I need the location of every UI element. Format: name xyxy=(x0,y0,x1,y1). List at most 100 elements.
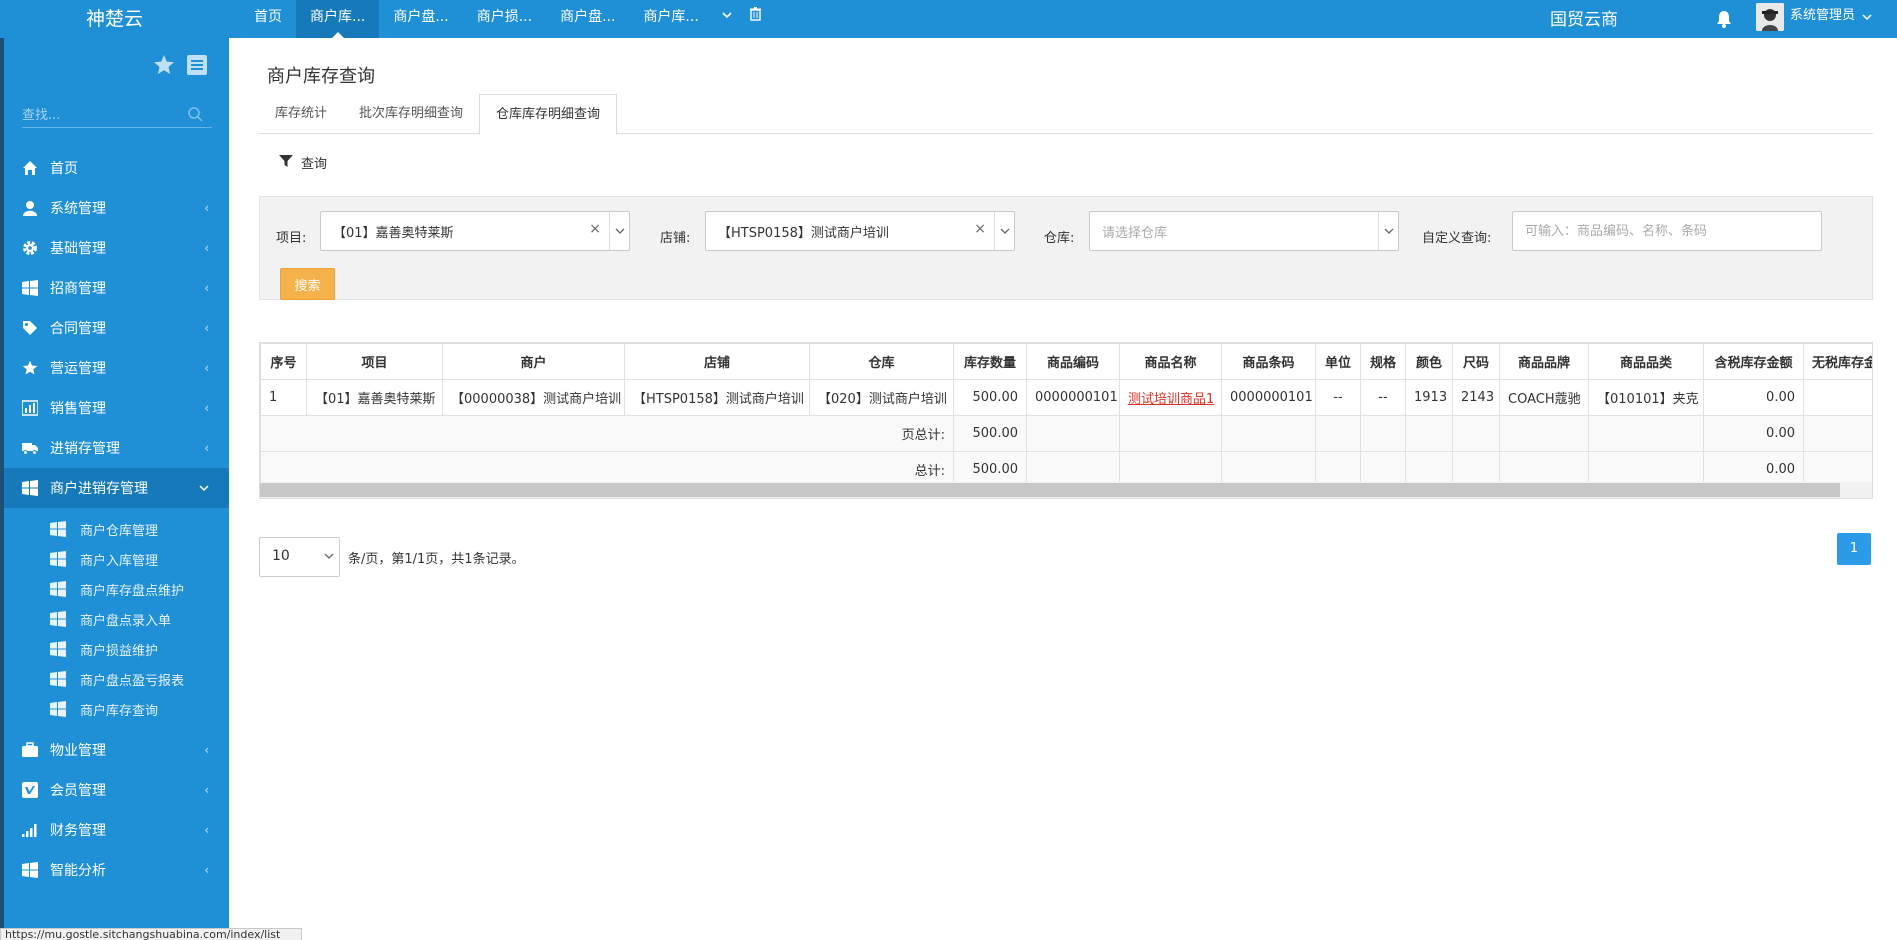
cell-product-code: 0000000101 xyxy=(1026,379,1120,416)
sidebar-item-inventory[interactable]: 进销存管理 ‹ xyxy=(0,428,229,468)
store-label: 店铺: xyxy=(660,231,691,246)
col-header[interactable]: 单位 xyxy=(1315,343,1361,380)
chevron-down-icon[interactable] xyxy=(713,0,741,38)
table-header-row: 序号 项目 商户 店铺 仓库 库存数量 商品编码 商品名称 商品条码 单位 规格… xyxy=(260,343,1872,380)
chevron-down-icon[interactable] xyxy=(1378,212,1398,250)
main-content: 商户库存查询 库存统计 批次库存明细查询 仓库库存明细查询 查询 项目: 【01… xyxy=(229,38,1897,938)
sidebar-search xyxy=(22,104,212,128)
empty-cell xyxy=(1588,415,1704,452)
clear-icon[interactable]: × xyxy=(974,221,986,237)
sidebar-subitem-label: 商户入库管理 xyxy=(80,553,159,569)
sidebar-item-sales[interactable]: 销售管理 ‹ xyxy=(0,388,229,428)
user-name[interactable]: 系统管理员 xyxy=(1790,0,1855,32)
top-tab-merchant-stock[interactable]: 商户库... xyxy=(296,0,380,38)
sidebar-item-analytics[interactable]: 智能分析 ‹ xyxy=(0,850,229,890)
sidebar-subitem-merchant-warehouse[interactable]: 商户仓库管理 xyxy=(0,514,229,544)
col-header[interactable]: 商品条码 xyxy=(1221,343,1316,380)
horizontal-scrollbar[interactable] xyxy=(260,482,1872,498)
warehouse-select[interactable]: 请选择仓库 xyxy=(1089,211,1399,251)
chevron-down-icon[interactable] xyxy=(609,212,629,250)
sidebar-subitem-stock-query[interactable]: 商户库存查询 xyxy=(0,694,229,724)
col-header[interactable]: 尺码 xyxy=(1452,343,1500,380)
top-right-title: 国贸云商 xyxy=(1550,10,1618,30)
col-header[interactable]: 颜色 xyxy=(1405,343,1453,380)
sidebar-item-merchant-inventory[interactable]: 商户进销存管理 xyxy=(0,468,229,508)
star-icon xyxy=(22,360,38,376)
sidebar-subitem-stocktake-report[interactable]: 商户盘点盈亏报表 xyxy=(0,664,229,694)
star-icon[interactable] xyxy=(153,54,175,80)
product-name-link[interactable]: 测试培训商品1 xyxy=(1128,392,1214,407)
sidebar-item-finance[interactable]: 财务管理 ‹ xyxy=(0,810,229,850)
top-tab-merchant-stock-2[interactable]: 商户库... xyxy=(629,0,712,38)
tab-stock-stats[interactable]: 库存统计 xyxy=(259,94,343,134)
tab-warehouse-stock-detail[interactable]: 仓库库存明细查询 xyxy=(479,94,618,135)
search-button[interactable]: 搜索 xyxy=(280,268,335,300)
empty-cell xyxy=(1221,415,1316,452)
col-header[interactable]: 无税库存金 xyxy=(1803,343,1872,380)
col-header[interactable]: 仓库 xyxy=(809,343,954,380)
sidebar-subitem-merchant-inbound[interactable]: 商户入库管理 xyxy=(0,544,229,574)
chevron-down-icon[interactable] xyxy=(1862,10,1872,24)
cell-barcode: 0000000101 xyxy=(1221,379,1316,416)
sidebar-item-operation[interactable]: 营运管理 ‹ xyxy=(0,348,229,388)
project-select[interactable]: 【01】嘉善奥特莱斯 × xyxy=(320,211,630,251)
sidebar-item-basic[interactable]: 基础管理 ‹ xyxy=(0,228,229,268)
brand-logo[interactable]: 神楚云 xyxy=(0,0,229,38)
col-header[interactable]: 库存数量 xyxy=(953,343,1027,380)
col-header[interactable]: 商品编码 xyxy=(1026,343,1120,380)
page-button-current[interactable]: 1 xyxy=(1837,533,1871,565)
col-header[interactable]: 商品名称 xyxy=(1119,343,1222,380)
sidebar-item-home[interactable]: 首页 xyxy=(0,148,229,188)
sidebar-subitem-label: 商户库存查询 xyxy=(80,703,159,719)
sidebar-item-contract[interactable]: 合同管理 ‹ xyxy=(0,308,229,348)
stock-table: 序号 项目 商户 店铺 仓库 库存数量 商品编码 商品名称 商品条码 单位 规格… xyxy=(260,343,1872,488)
cell-brand: COACH蔻驰 xyxy=(1499,379,1589,416)
sidebar-item-member[interactable]: 会员管理 ‹ xyxy=(0,770,229,810)
avatar[interactable] xyxy=(1756,3,1784,31)
chevron-down-icon[interactable] xyxy=(994,212,1014,250)
warehouse-label: 仓库: xyxy=(1044,231,1075,246)
cell-unit: -- xyxy=(1315,379,1361,416)
sidebar-item-investment[interactable]: 招商管理 ‹ xyxy=(0,268,229,308)
list-icon[interactable] xyxy=(187,54,207,80)
col-header[interactable]: 项目 xyxy=(306,343,443,380)
store-select[interactable]: 【HTSP0158】测试商户培训 × xyxy=(705,211,1015,251)
sidebar-subitem-loss-maintain[interactable]: 商户损益维护 xyxy=(0,634,229,664)
search-icon[interactable] xyxy=(187,106,203,126)
sidebar-item-system[interactable]: 系统管理 ‹ xyxy=(0,188,229,228)
top-nav: 首页 商户库... 商户盘... 商户损... 商户盘... 商户库... xyxy=(240,0,770,38)
windows-icon xyxy=(22,862,38,878)
sidebar-subitem-label: 商户盘点盈亏报表 xyxy=(80,673,185,689)
col-header[interactable]: 商户 xyxy=(442,343,625,380)
top-tab-home[interactable]: 首页 xyxy=(240,0,296,38)
sidebar-subitem-stocktake-maintain[interactable]: 商户库存盘点维护 xyxy=(0,574,229,604)
trash-icon[interactable] xyxy=(741,0,770,38)
col-header[interactable]: 店铺 xyxy=(624,343,810,380)
query-label: 查询 xyxy=(301,157,328,172)
empty-cell xyxy=(1119,415,1222,452)
table-row[interactable]: 1 【01】嘉善奥特莱斯 【00000038】测试商户培训 【HTSP0158】… xyxy=(260,379,1872,416)
tab-batch-stock-detail[interactable]: 批次库存明细查询 xyxy=(343,94,479,134)
sidebar-subitem-stocktake-entry[interactable]: 商户盘点录入单 xyxy=(0,604,229,634)
custom-query-input[interactable] xyxy=(1512,211,1822,251)
col-header[interactable]: 序号 xyxy=(260,343,307,380)
col-header[interactable]: 含税库存金额 xyxy=(1703,343,1804,380)
sidebar-item-property[interactable]: 物业管理 ‹ xyxy=(0,730,229,770)
bell-icon[interactable] xyxy=(1714,9,1734,29)
top-tab-merchant-inventory-1[interactable]: 商户盘... xyxy=(379,0,462,38)
scrollbar-thumb[interactable] xyxy=(260,483,1840,497)
sidebar-item-label: 首页 xyxy=(50,161,78,177)
empty-cell xyxy=(1803,415,1872,452)
col-header[interactable]: 规格 xyxy=(1360,343,1406,380)
query-toggle[interactable]: 查询 xyxy=(279,153,327,172)
clear-icon[interactable]: × xyxy=(589,221,601,237)
top-tab-merchant-loss[interactable]: 商户损... xyxy=(463,0,546,38)
chevron-down-icon xyxy=(323,548,335,568)
top-tab-merchant-inventory-2[interactable]: 商户盘... xyxy=(546,0,629,38)
sidebar-tools xyxy=(153,54,207,80)
sidebar-search-input[interactable] xyxy=(22,104,187,127)
col-header[interactable]: 商品品类 xyxy=(1588,343,1704,380)
page-size-select[interactable]: 10 xyxy=(259,537,340,577)
col-header[interactable]: 商品品牌 xyxy=(1499,343,1589,380)
windows-icon xyxy=(50,581,66,597)
